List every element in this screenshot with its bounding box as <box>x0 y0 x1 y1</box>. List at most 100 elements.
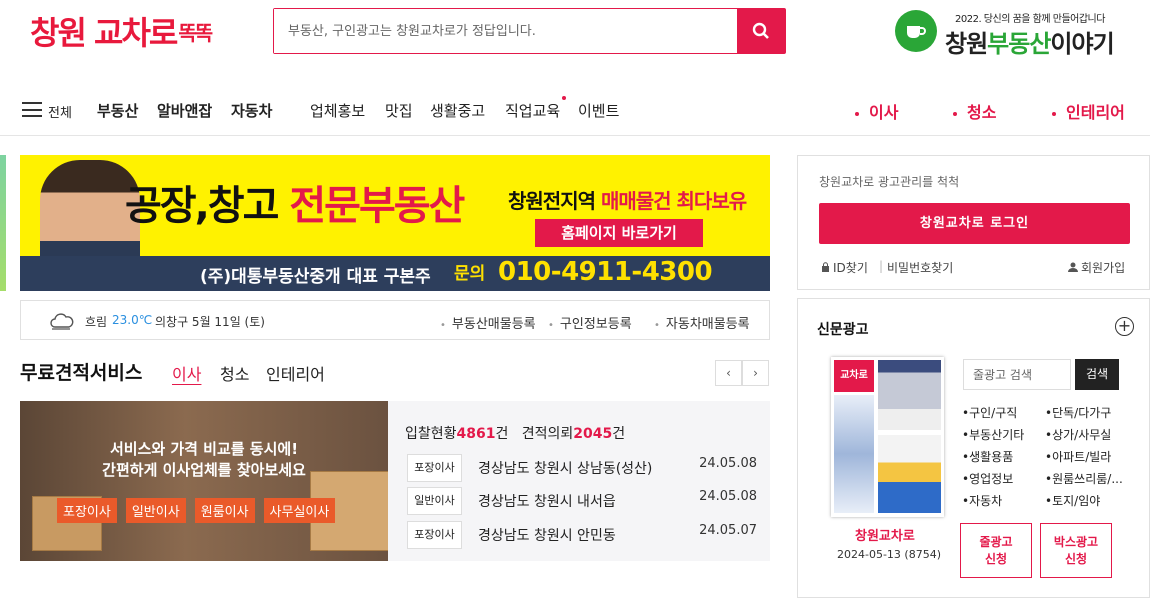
category-link[interactable]: •상가/사무실 <box>1045 426 1111 443</box>
newspaper-box: 신문광고 + 교차로 창원교차로 2024-05-13 (8754) 검색 •구… <box>797 298 1150 598</box>
banner-ad[interactable]: 공장,창고 전문부동산 창원전지역 매매물건 최다보유 홈페이지 바로가기 (주… <box>20 155 770 291</box>
divider: | <box>879 259 884 273</box>
weather-temp: 23.0℃ <box>112 313 153 327</box>
category-link[interactable]: •구인/구직 <box>962 404 1017 421</box>
paper-photo <box>878 360 941 430</box>
nav-used[interactable]: 생활중고 <box>430 100 485 121</box>
tab-moving[interactable]: 이사 <box>172 361 201 385</box>
nav-job[interactable]: 알바앤잡 <box>157 100 212 121</box>
address: 경상남도 창원시 상남동(성산) <box>478 461 653 477</box>
plus-icon[interactable]: + <box>1115 317 1134 336</box>
category-link[interactable]: •아파트/빌라 <box>1045 448 1111 465</box>
nav-interior[interactable]: 인테리어 <box>1052 99 1125 123</box>
main-nav: 전체 부동산 알바앤잡 자동차 업체홍보 맛집 생활중고 직업교육 이벤트 이사… <box>0 86 1150 136</box>
paper-date: 2024-05-13 (8754) <box>837 548 942 561</box>
nav-event[interactable]: 이벤트 <box>578 100 619 121</box>
side-ad-edge[interactable] <box>0 155 6 291</box>
login-heading: 창원교차로 광고관리를 척척 <box>819 175 960 189</box>
move-type-badge: 일반이사 <box>407 487 462 515</box>
promo-text: 서비스와 가격 비교를 동시에! 간편하게 이사업체를 찾아보세요 <box>102 440 306 479</box>
search-button[interactable] <box>737 9 785 53</box>
banner-company: (주)대통부동산중개 대표 구본주 <box>200 267 431 287</box>
coffee-cup-icon <box>895 10 937 52</box>
tag-general-move[interactable]: 일반이사 <box>125 498 186 523</box>
lock-icon <box>822 262 829 272</box>
nav-moving[interactable]: 이사 <box>855 99 898 123</box>
brand-tagline: 2022. 당신의 꿈을 함께 만들어갑니다 <box>955 14 1105 25</box>
weather-condition: 흐림 <box>85 315 108 329</box>
paper-column <box>834 395 874 513</box>
category-link[interactable]: •부동산기타 <box>962 426 1024 443</box>
find-password-link[interactable]: 비밀번호찾기 <box>887 259 953 276</box>
tag-oneroom-move[interactable]: 원룸이사 <box>194 498 255 523</box>
find-id-link[interactable]: ID찾기 <box>821 259 868 276</box>
next-arrow-icon[interactable]: › <box>742 360 769 386</box>
date: 24.05.07 <box>699 523 757 538</box>
link-job-register[interactable]: 구인정보등록 <box>548 313 632 332</box>
login-button[interactable]: 창원교차로 로그인 <box>819 203 1130 244</box>
estimate-stats: 입찰현황4861건 견적의뢰2045건 <box>405 426 626 442</box>
banner-contact-strip: (주)대통부동산중개 대표 구본주 문의 010-4911-4300 <box>20 256 770 291</box>
paper-logo: 교차로 <box>834 360 874 392</box>
nav-real-estate[interactable]: 부동산 <box>97 100 138 121</box>
search-icon <box>752 22 769 39</box>
address: 경상남도 창원시 안민동 <box>478 528 616 544</box>
category-link[interactable]: •토지/임야 <box>1045 492 1100 509</box>
menu-icon[interactable] <box>22 102 42 117</box>
estimate-promo[interactable]: 서비스와 가격 비교를 동시에! 간편하게 이사업체를 찾아보세요 포장이사 일반이… <box>20 401 388 561</box>
link-car-register[interactable]: 자동차매물등록 <box>654 313 750 332</box>
move-type-badge: 포장이사 <box>407 521 462 549</box>
line-ad-search-button[interactable]: 검색 <box>1075 359 1119 390</box>
list-item[interactable]: 포장이사 경상남도 창원시 상남동(성산) 24.05.08 <box>407 454 759 482</box>
box-ad-apply-button[interactable]: 박스광고 신청 <box>1040 523 1112 578</box>
user-icon <box>1068 262 1078 272</box>
search-input[interactable] <box>274 9 737 53</box>
link-real-estate-register[interactable]: 부동산매물등록 <box>440 313 536 332</box>
line-ad-apply-button[interactable]: 줄광고 신청 <box>960 523 1032 578</box>
date: 24.05.08 <box>699 489 757 504</box>
category-link[interactable]: •단독/다가구 <box>1045 404 1111 421</box>
list-item[interactable]: 일반이사 경상남도 창원시 내서읍 24.05.08 <box>407 487 759 515</box>
list-item[interactable]: 포장이사 경상남도 창원시 안민동 24.05.07 <box>407 521 759 549</box>
nav-all[interactable]: 전체 <box>48 102 72 121</box>
tag-packing-move[interactable]: 포장이사 <box>57 498 117 523</box>
category-link[interactable]: •영업정보 <box>962 470 1013 487</box>
nav-education[interactable]: 직업교육 <box>505 100 560 121</box>
nav-car[interactable]: 자동차 <box>231 100 272 121</box>
move-type-badge: 포장이사 <box>407 454 462 482</box>
category-link[interactable]: •원룸쓰리룸/... <box>1045 470 1123 487</box>
paper-name[interactable]: 창원교차로 <box>855 525 915 544</box>
site-logo[interactable]: 창원 교차로 똑똑 <box>30 8 213 54</box>
line-ad-search-input[interactable] <box>963 359 1071 390</box>
newspaper-title: 신문광고 <box>817 322 869 338</box>
category-link[interactable]: •자동차 <box>962 492 1002 509</box>
tag-office-move[interactable]: 사무실이사 <box>263 498 336 523</box>
logo-text: 창원 교차로 <box>30 14 178 52</box>
signup-link[interactable]: 회원가입 <box>1068 259 1125 276</box>
promo-tags: 포장이사 일반이사 원룸이사 사무실이사 <box>57 498 344 523</box>
newspaper-thumbnail[interactable]: 교차로 <box>831 357 944 517</box>
nav-cleaning[interactable]: 청소 <box>953 99 996 123</box>
search-bar <box>273 8 786 54</box>
login-box: 창원교차로 광고관리를 척척 창원교차로 로그인 ID찾기 | 비밀번호찾기 회… <box>797 155 1150 290</box>
new-dot-icon <box>562 96 566 100</box>
homepage-button[interactable]: 홈페이지 바로가기 <box>535 219 703 247</box>
estimate-title: 무료견적서비스 <box>20 362 143 384</box>
brand-banner[interactable]: 2022. 당신의 꿈을 함께 만들어갑니다 창원부동산이야기 <box>895 8 1135 58</box>
category-link[interactable]: •생활용품 <box>962 448 1013 465</box>
weather-location-date: 의창구 5월 11일 (토) <box>155 315 265 329</box>
date: 24.05.08 <box>699 456 757 471</box>
banner-contact-label: 문의 <box>454 264 486 284</box>
nav-food[interactable]: 맛집 <box>385 100 413 121</box>
nav-business[interactable]: 업체홍보 <box>310 100 365 121</box>
estimate-list: 입찰현황4861건 견적의뢰2045건 포장이사 경상남도 창원시 상남동(성산… <box>388 401 770 561</box>
tab-interior[interactable]: 인테리어 <box>266 361 325 385</box>
address: 경상남도 창원시 내서읍 <box>478 494 616 510</box>
banner-subline: 창원전지역 매매물건 최다보유 <box>508 189 747 213</box>
brand-title: 창원부동산이야기 <box>945 30 1115 58</box>
tab-cleaning[interactable]: 청소 <box>220 361 249 385</box>
prev-arrow-icon[interactable]: ‹ <box>715 360 742 386</box>
paper-ad <box>878 435 941 513</box>
banner-phone: 010-4911-4300 <box>498 257 713 287</box>
logo-suffix: 똑똑 <box>178 21 213 45</box>
